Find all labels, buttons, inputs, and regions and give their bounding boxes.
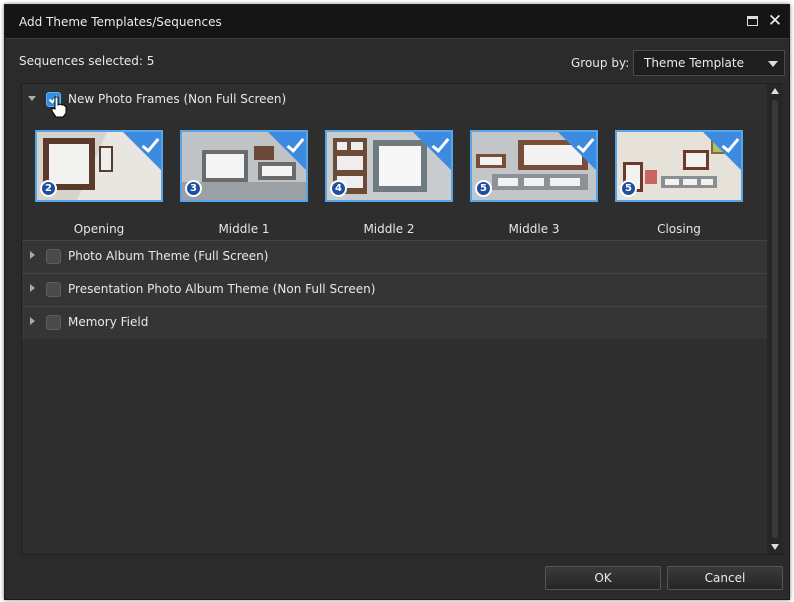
hand-cursor-icon: [51, 96, 67, 118]
template-list: New Photo Frames (Non Full Screen) 2 Ope…: [22, 84, 767, 554]
expand-arrow-icon: [30, 317, 35, 325]
group-checkbox[interactable]: [46, 315, 61, 330]
scroll-down-arrow-icon[interactable]: [771, 544, 779, 550]
group-checkbox[interactable]: [46, 249, 61, 264]
template-label: Middle 1: [218, 222, 270, 236]
title-bar: Add Theme Templates/Sequences ✕: [5, 5, 789, 39]
group-checkbox[interactable]: [46, 282, 61, 297]
expand-toggle[interactable]: [28, 317, 38, 327]
collapse-arrow-icon: [28, 96, 36, 101]
scroll-up-arrow-icon[interactable]: [771, 88, 779, 94]
scroll-track[interactable]: [772, 100, 778, 538]
group-label[interactable]: Memory Field: [68, 315, 148, 329]
count-badge: 5: [620, 180, 637, 197]
template-thumb-middle-3[interactable]: 5: [470, 130, 598, 202]
group-memory-field: Memory Field: [22, 307, 767, 339]
group-label[interactable]: Presentation Photo Album Theme (Non Full…: [68, 282, 375, 296]
selection-count: Sequences selected: 5: [19, 54, 155, 68]
window-title: Add Theme Templates/Sequences: [19, 15, 222, 29]
group-new-photo-frames: New Photo Frames (Non Full Screen): [22, 84, 767, 118]
count-badge: 3: [185, 180, 202, 197]
template-label: Middle 2: [363, 222, 415, 236]
expand-arrow-icon: [30, 251, 35, 259]
template-label: Middle 3: [508, 222, 560, 236]
template-thumb-middle-2[interactable]: 4: [325, 130, 453, 202]
group-by-dropdown[interactable]: Theme Template: [633, 50, 785, 76]
template-list-panel: New Photo Frames (Non Full Screen) 2 Ope…: [21, 83, 783, 555]
chevron-down-icon: [768, 61, 778, 67]
template-label: Closing: [657, 222, 701, 236]
expand-toggle[interactable]: [28, 251, 38, 261]
close-icon: ✕: [767, 11, 783, 31]
template-thumb-closing[interactable]: 5: [615, 130, 743, 202]
template-thumb-opening[interactable]: 2: [35, 130, 163, 202]
vertical-scrollbar[interactable]: [767, 84, 783, 554]
template-label: Opening: [73, 222, 125, 236]
expand-toggle[interactable]: [28, 284, 38, 294]
dialog-window: Add Theme Templates/Sequences ✕ Sequence…: [4, 4, 790, 600]
count-badge: 2: [40, 180, 57, 197]
group-photo-album-theme: Photo Album Theme (Full Screen): [22, 241, 767, 273]
ok-button[interactable]: OK: [545, 566, 661, 590]
count-badge: 5: [475, 180, 492, 197]
cancel-button[interactable]: Cancel: [667, 566, 783, 590]
count-badge: 4: [330, 180, 347, 197]
template-thumb-middle-1[interactable]: 3: [180, 130, 308, 202]
expand-toggle[interactable]: [28, 94, 38, 104]
group-by-value: Theme Template: [644, 56, 744, 70]
group-by-label: Group by:: [571, 56, 630, 70]
group-label[interactable]: New Photo Frames (Non Full Screen): [68, 92, 286, 106]
expand-arrow-icon: [30, 284, 35, 292]
close-button[interactable]: ✕: [767, 11, 783, 31]
maximize-icon: [747, 16, 758, 26]
group-label[interactable]: Photo Album Theme (Full Screen): [68, 249, 268, 263]
maximize-button[interactable]: [745, 13, 761, 29]
group-presentation-photo-album: Presentation Photo Album Theme (Non Full…: [22, 274, 767, 306]
